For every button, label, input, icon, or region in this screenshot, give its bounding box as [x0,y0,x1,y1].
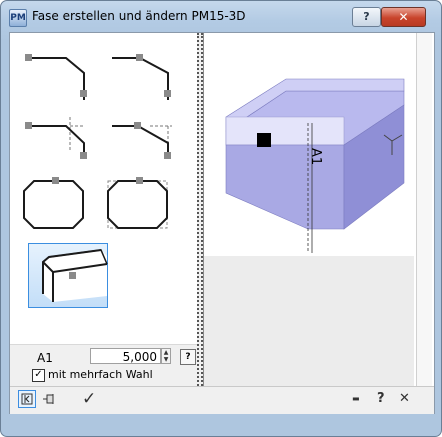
a1-label: A1 [37,351,53,365]
toolbar-help-button[interactable]: ? [377,390,385,408]
pin-icon [43,394,54,404]
tile-chamfer-3d-edge[interactable] [28,243,108,308]
window-title: Fase erstellen und ändern PM15-3D [32,9,246,23]
bottom-toolbar: ✓ ▬ ? ✕ [10,386,434,414]
title-bar[interactable]: PM Fase erstellen und ändern PM15-3D ? ✕ [1,1,441,31]
chamfer-corner-dashed-left-icon [25,117,87,159]
tile-chamfer-corner-dashed-left[interactable] [14,103,94,168]
spin-down-icon[interactable]: ▼ [164,356,169,363]
3d-viewport[interactable]: A1 [203,33,415,386]
vertical-scrollbar[interactable] [414,33,434,386]
chamfer-corner-top-right-icon [112,54,171,100]
a1-help-button[interactable]: ? [180,349,196,365]
a1-value-input[interactable]: 5,000 [90,348,161,364]
chamfer-octagon-icon [23,177,84,229]
tile-chamfer-corner-dashed-right[interactable] [98,103,178,168]
ok-button[interactable]: ✓ [82,390,96,408]
parameter-panel: A1 5,000 ▲ ▼ ? ✓ mit mehrfach Wahl [10,344,197,387]
toolbar-close-button[interactable]: ✕ [399,390,410,408]
dialog-window: PM Fase erstellen und ändern PM15-3D ? ✕ [0,0,442,437]
dialog-client: A1 5,000 ▲ ▼ ? ✓ mit mehrfach Wahl A1 ✓ … [9,32,435,414]
tile-chamfer-octagon-dashed[interactable] [98,171,178,236]
multi-select-checkbox[interactable]: ✓ [32,369,45,382]
3d-chamfer-preview: A1 [225,78,405,253]
spin-up-icon[interactable]: ▲ [164,349,169,356]
tile-chamfer-corner-top-right[interactable] [98,35,178,100]
chamfer-type-gallery: A1 5,000 ▲ ▼ ? ✓ mit mehrfach Wahl [10,33,197,387]
viewport-empty-area [204,256,415,386]
collapse-panel-icon [21,393,33,405]
minimize-button[interactable]: ▬ [352,390,360,408]
tile-chamfer-octagon[interactable] [14,171,94,236]
app-logo-icon: PM [9,9,27,27]
multi-select-label: mit mehrfach Wahl [48,368,153,381]
chamfer-octagon-dashed-icon [107,177,168,229]
dimension-label: A1 [308,148,323,165]
chamfer-3d-edge-icon [42,249,108,302]
tile-chamfer-corner-top-left[interactable] [14,35,94,100]
collapse-panel-button[interactable] [18,390,36,408]
title-help-button[interactable]: ? [352,7,381,27]
pin-button[interactable] [40,390,58,408]
title-close-button[interactable]: ✕ [381,7,426,27]
a1-spinner[interactable]: ▲ ▼ [161,348,171,364]
chamfer-corner-dashed-right-icon [112,122,172,159]
chamfer-corner-top-left-icon [25,54,87,100]
